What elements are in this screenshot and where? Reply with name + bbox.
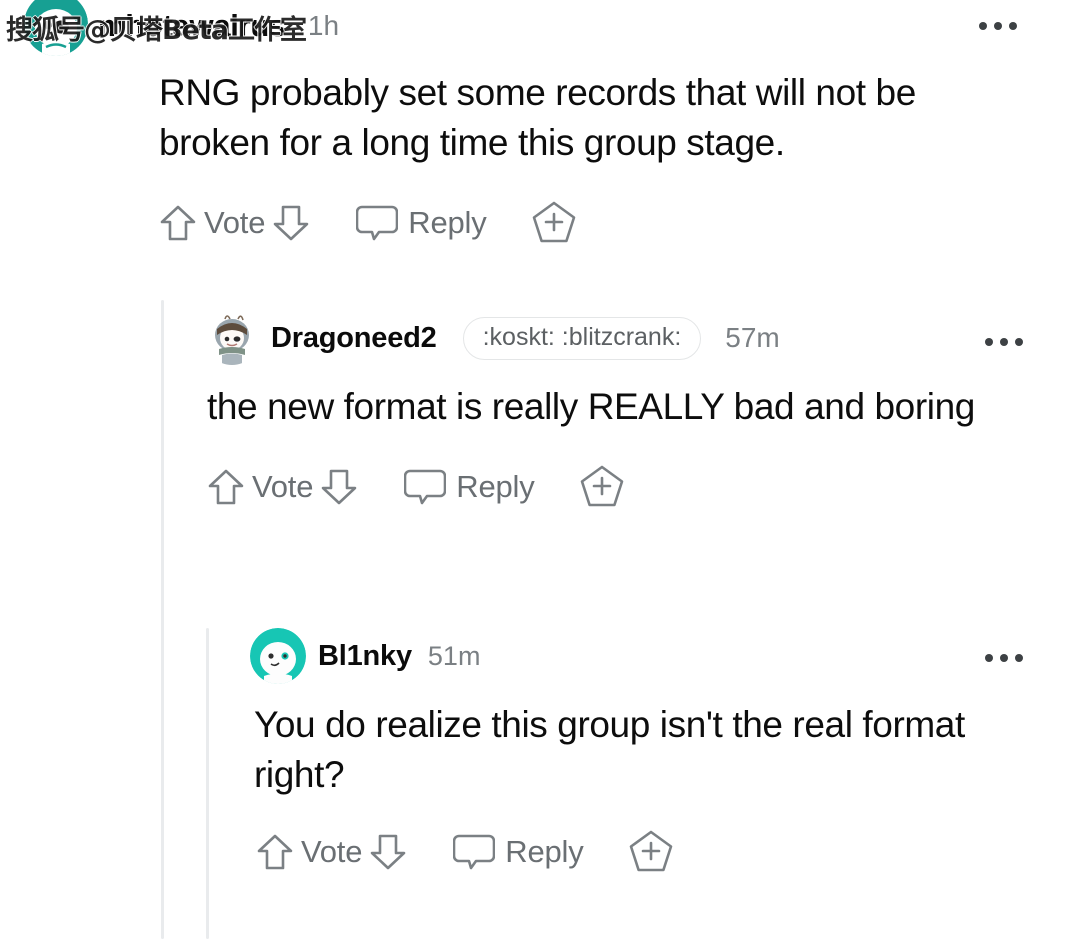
award-plus-pentagon-icon[interactable] <box>628 829 674 875</box>
reply-label: Reply <box>505 834 584 870</box>
downvote-arrow-icon[interactable] <box>320 467 358 507</box>
downvote-arrow-icon[interactable] <box>369 832 407 872</box>
user-flair-badge[interactable]: :koskt: :blitzcrank: <box>462 316 702 360</box>
award-plus-pentagon-icon[interactable] <box>579 464 625 510</box>
username-link[interactable]: Dragoneed2 <box>271 322 437 355</box>
comment-body: RNG probably set some records that will … <box>159 72 916 163</box>
comment-header: Dragoneed2 :koskt: :blitzcrank: 57m <box>205 311 1071 365</box>
avatar-bl1nky[interactable] <box>250 628 306 684</box>
vote-group: Vote <box>207 467 358 507</box>
overflow-dots-icon[interactable] <box>979 648 1029 668</box>
vote-label: Vote <box>204 205 266 241</box>
award-group[interactable] <box>579 464 625 510</box>
vote-group: Vote <box>256 832 407 872</box>
thread-line-depth-1[interactable] <box>161 300 164 939</box>
comment-body: You do realize this group isn't the real… <box>254 704 965 795</box>
award-plus-pentagon-icon[interactable] <box>531 200 577 246</box>
reply-group[interactable]: Reply <box>453 832 584 872</box>
comment-timestamp: 1h <box>307 10 340 41</box>
reply-label: Reply <box>456 468 535 504</box>
overflow-dots-icon[interactable] <box>979 332 1029 352</box>
comment-header: Bl1nky 51m <box>250 628 1071 684</box>
avatar-dragoneed2[interactable] <box>205 311 259 365</box>
vote-group: Vote <box>159 203 310 243</box>
comment-timestamp: 51m <box>427 640 481 671</box>
site-watermark: 搜狐号@贝塔Beta工作室 <box>6 15 307 46</box>
thread-line-depth-2[interactable] <box>206 628 209 939</box>
comment-dragoneed2: Dragoneed2 :koskt: :blitzcrank: 57m the … <box>205 311 1071 510</box>
reply-label: Reply <box>408 205 487 241</box>
comment-timestamp: 57m <box>725 322 780 353</box>
comment-action-bar: Vote Reply <box>256 829 1071 875</box>
downvote-arrow-icon[interactable] <box>272 203 310 243</box>
speech-bubble-icon[interactable] <box>453 832 496 872</box>
award-group[interactable] <box>531 200 577 246</box>
upvote-arrow-icon[interactable] <box>159 203 197 243</box>
speech-bubble-icon[interactable] <box>404 467 447 507</box>
upvote-arrow-icon[interactable] <box>207 467 245 507</box>
comment-body: the new format is really REALLY bad and … <box>207 386 975 427</box>
speech-bubble-icon[interactable] <box>356 203 399 243</box>
reply-group[interactable]: Reply <box>356 203 487 243</box>
reply-group[interactable]: Reply <box>404 467 535 507</box>
vote-label: Vote <box>252 468 314 504</box>
upvote-arrow-icon[interactable] <box>256 832 294 872</box>
comment-action-bar: Vote Reply <box>159 200 1071 246</box>
comment-bl1nky: Bl1nky 51m You do realize this group isn… <box>250 628 1071 875</box>
comment-action-bar: Vote Reply <box>207 464 1071 510</box>
overflow-dots-icon[interactable] <box>973 16 1023 36</box>
username-link[interactable]: Bl1nky <box>318 640 412 673</box>
comment-thread-page: mhotawalrus 1h RNG probably set some rec… <box>0 0 1071 939</box>
award-group[interactable] <box>628 829 674 875</box>
vote-label: Vote <box>301 834 363 870</box>
